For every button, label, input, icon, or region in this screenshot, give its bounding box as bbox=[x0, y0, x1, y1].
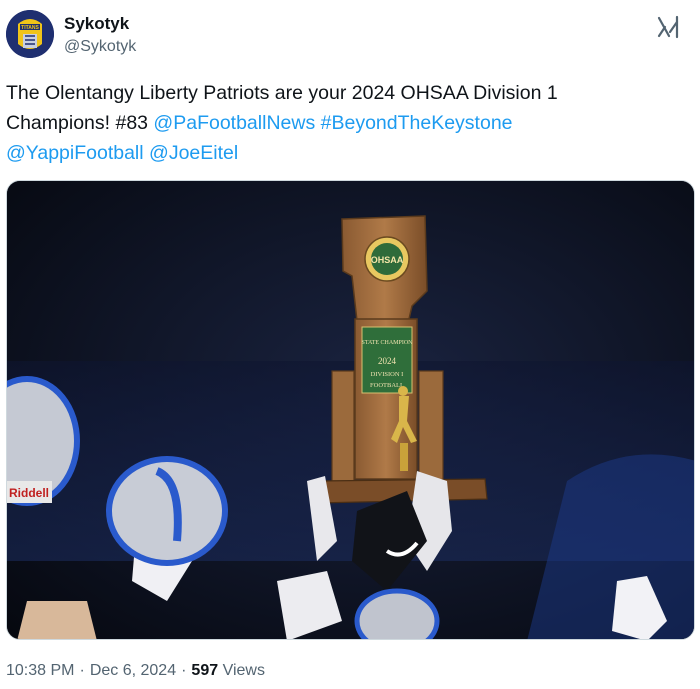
plaque-line-2: 2024 bbox=[378, 356, 397, 366]
views-count: 597 bbox=[191, 662, 219, 679]
separator-dot: · bbox=[79, 662, 85, 679]
plaque-line-3: DIVISION I bbox=[371, 371, 404, 378]
hashtag-beyondthekeystone[interactable]: #BeyondTheKeystone bbox=[321, 112, 513, 134]
tweet-time[interactable]: 10:38 PM bbox=[6, 662, 74, 679]
helmet-brand-text: Riddell bbox=[9, 486, 49, 500]
mention-pafootballnews[interactable]: @PaFootballNews bbox=[153, 112, 315, 134]
views-label: Views bbox=[222, 662, 265, 679]
plaque-line-4: FOOTBALL bbox=[370, 382, 404, 389]
tweet-date[interactable]: Dec 6, 2024 bbox=[90, 662, 176, 679]
trophy-seal-text: OHSAA bbox=[371, 255, 404, 265]
grok-icon[interactable] bbox=[656, 14, 682, 40]
mention-yappifootball[interactable]: @YappiFootball bbox=[6, 142, 144, 164]
mention-joeeitel[interactable]: @JoeEitel bbox=[149, 142, 238, 164]
avatar-text: TITANS bbox=[21, 25, 39, 31]
tweet-text: The Olentangy Liberty Patriots are your … bbox=[6, 78, 646, 168]
plaque-line-1: STATE CHAMPION bbox=[361, 340, 413, 346]
tweet-header: TITANS Sykotyk @Sykotyk bbox=[6, 8, 694, 64]
author-name[interactable]: Sykotyk bbox=[64, 14, 129, 34]
avatar[interactable]: TITANS bbox=[6, 10, 54, 58]
tweet-meta: 10:38 PM · Dec 6, 2024 · 597 Views bbox=[6, 662, 265, 680]
tweet-photo[interactable]: OHSAA STATE CHAMPION 2024 DIVISION I FOO… bbox=[6, 180, 695, 640]
author-handle[interactable]: @Sykotyk bbox=[64, 38, 136, 56]
separator-dot: · bbox=[181, 662, 187, 679]
